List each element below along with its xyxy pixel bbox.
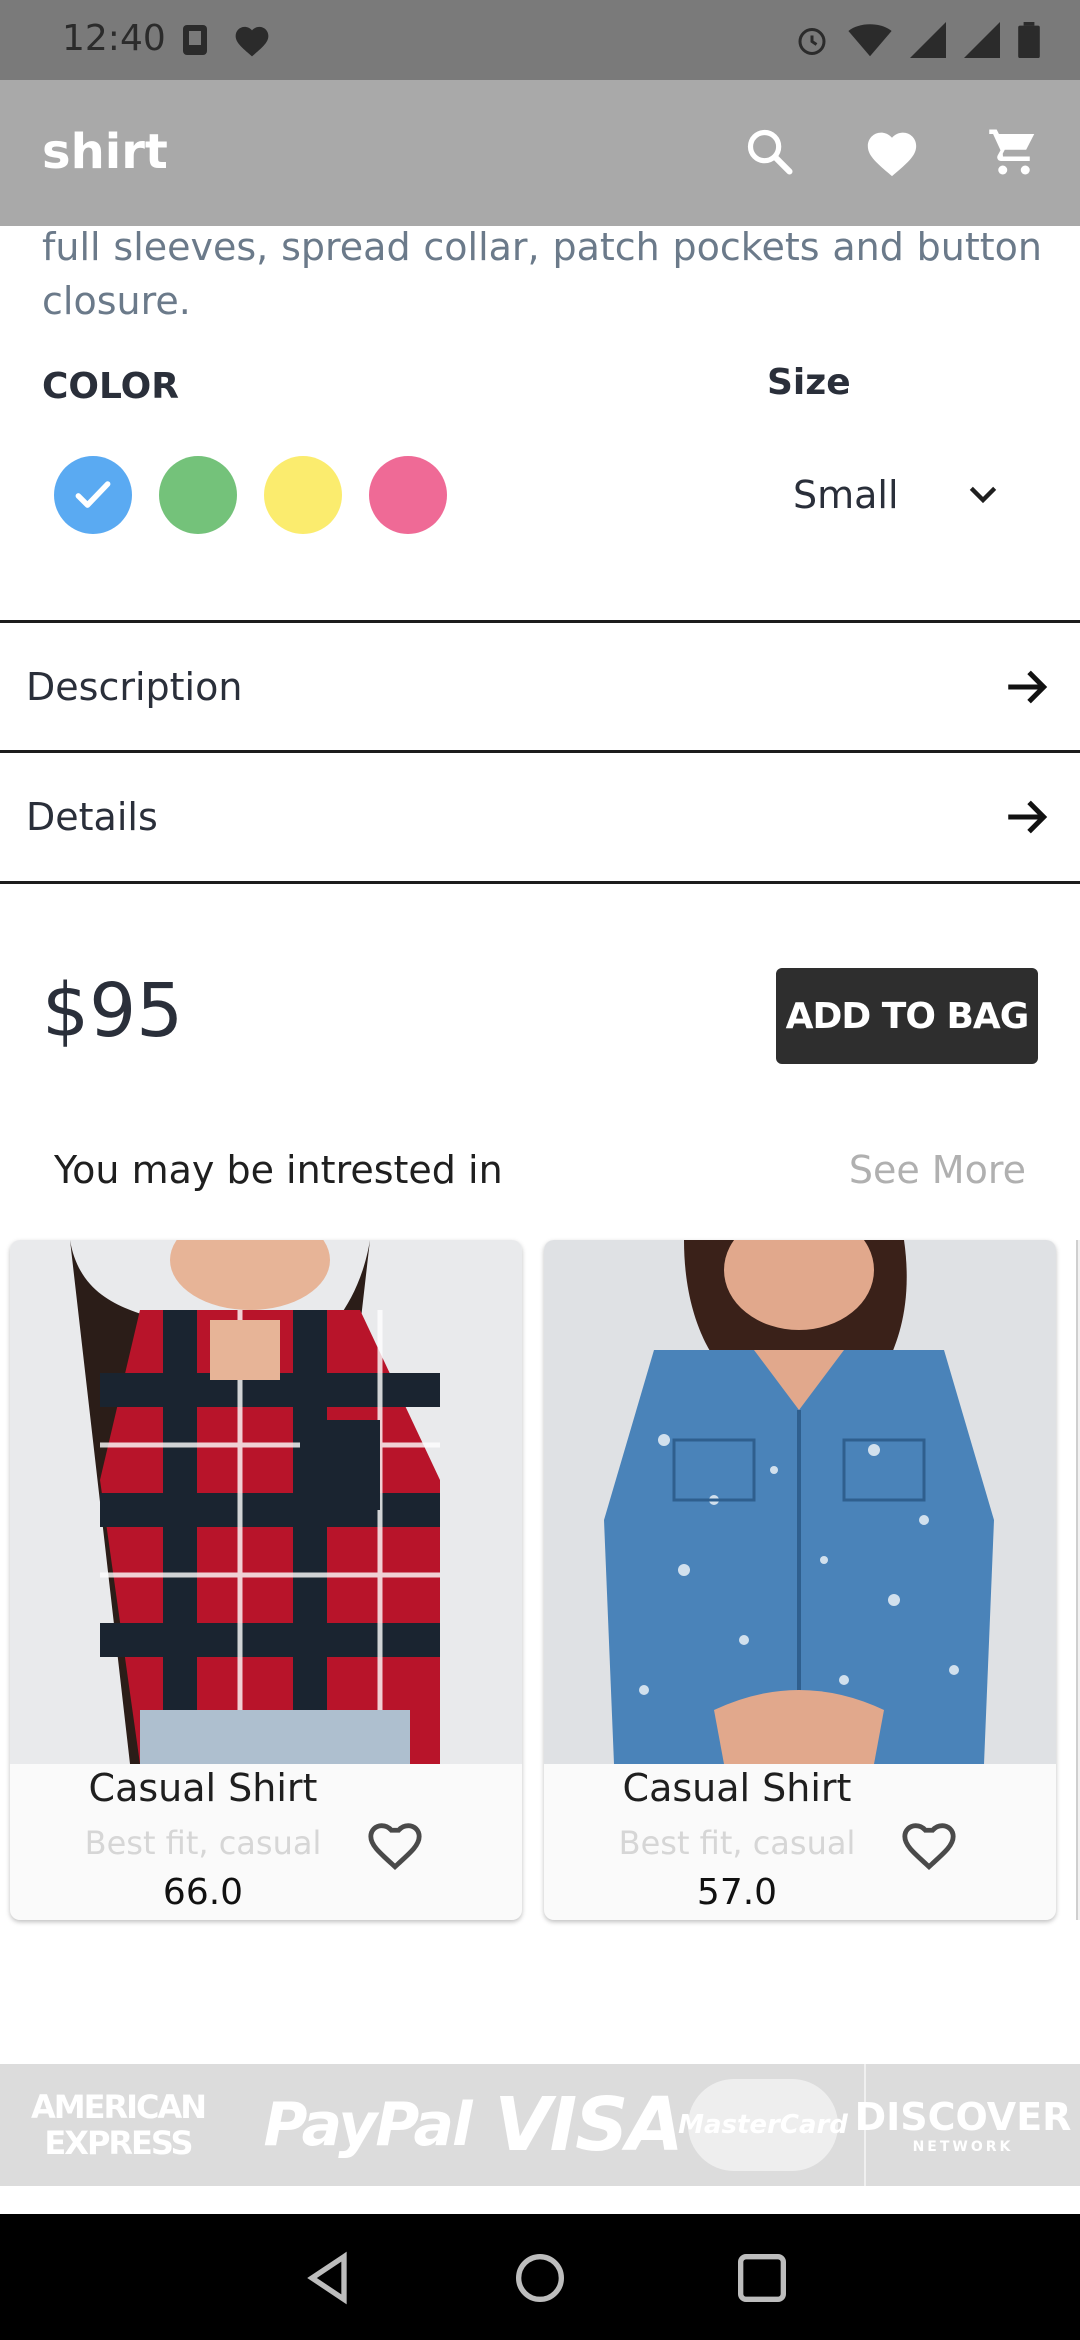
add-to-bag-button[interactable]: ADD TO BAG	[776, 968, 1038, 1064]
home-icon[interactable]	[508, 2246, 572, 2310]
recents-icon[interactable]	[730, 2246, 794, 2310]
heart-notification-icon	[232, 22, 272, 62]
discover-logo: DISCOVER NETWORK	[855, 2064, 1071, 2186]
color-swatches	[54, 456, 447, 534]
android-debug-icon	[180, 23, 210, 61]
see-more-link[interactable]: See More	[849, 1148, 1026, 1192]
color-swatch-blue[interactable]	[54, 456, 132, 534]
product-card-price: 57.0	[696, 1872, 778, 1913]
product-card[interactable]: Casual Shirt Best fit, casual 57.0	[544, 1240, 1056, 1920]
search-icon[interactable]	[738, 120, 802, 184]
product-card-subtitle: Best fit, casual	[618, 1824, 856, 1862]
color-swatch-green[interactable]	[159, 456, 237, 534]
product-card-name: Casual Shirt	[88, 1766, 318, 1810]
product-image-plaid-shirt	[10, 1240, 522, 1764]
details-row-label: Details	[26, 794, 158, 839]
favorite-outline-icon[interactable]	[366, 1816, 424, 1874]
payment-methods-strip: AMERICAN EXPRESS PayPal VISA MasterCard …	[0, 2064, 1080, 2186]
app-actions	[738, 120, 1046, 184]
divider	[0, 881, 1080, 884]
alarm-icon	[794, 22, 830, 62]
arrow-right-icon	[1008, 670, 1048, 703]
signal-icon	[910, 22, 946, 62]
product-card-subtitle: Best fit, casual	[84, 1824, 322, 1862]
heart-icon[interactable]	[860, 120, 924, 184]
chevron-down-icon	[969, 486, 997, 504]
status-left-icons	[180, 22, 272, 62]
status-right-icons	[794, 22, 1040, 62]
size-dropdown[interactable]: Small	[793, 462, 1003, 528]
battery-icon	[1018, 22, 1040, 62]
product-card-name: Casual Shirt	[622, 1766, 852, 1810]
back-icon[interactable]	[296, 2246, 360, 2310]
product-card-price: 66.0	[162, 1872, 244, 1913]
signal-roaming-icon	[964, 22, 1000, 62]
status-bar: 12:40	[0, 0, 1080, 80]
color-label: COLOR	[42, 366, 180, 407]
product-image-denim-shirt	[544, 1240, 1056, 1764]
product-card-partial	[1076, 1240, 1080, 1920]
mastercard-logo: MasterCard	[678, 2064, 848, 2186]
check-icon	[75, 481, 111, 508]
arrow-right-icon	[1008, 800, 1048, 833]
size-selected-value: Small	[793, 473, 899, 517]
color-swatch-pink[interactable]	[369, 456, 447, 534]
product-description-snippet: full sleeves, spread collar, patch pocke…	[42, 225, 1042, 323]
page-title: shirt	[42, 124, 168, 180]
visa-logo: VISA	[494, 2082, 683, 2168]
paypal-logo: PayPal	[263, 2090, 472, 2160]
amex-logo: AMERICAN EXPRESS	[30, 2088, 207, 2162]
product-card[interactable]: Casual Shirt Best fit, casual 66.0	[10, 1240, 522, 1920]
details-row[interactable]: Details	[0, 750, 1080, 880]
size-label: Size	[767, 362, 851, 403]
color-swatch-yellow[interactable]	[264, 456, 342, 534]
system-nav-bar	[0, 2214, 1080, 2340]
description-row[interactable]: Description	[0, 620, 1080, 750]
status-time: 12:40	[62, 18, 166, 59]
app-bar: shirt	[0, 80, 1080, 226]
recommendations-title: You may be intrested in	[54, 1148, 503, 1192]
description-row-label: Description	[26, 664, 243, 709]
wifi-icon	[848, 22, 892, 62]
product-price: $95	[42, 968, 184, 1054]
cart-icon[interactable]	[982, 120, 1046, 184]
favorite-outline-icon[interactable]	[900, 1816, 958, 1874]
